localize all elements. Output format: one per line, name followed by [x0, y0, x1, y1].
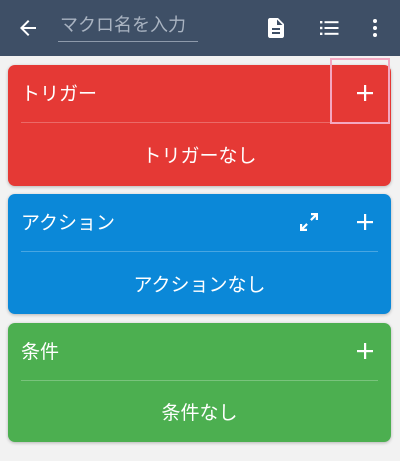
constraint-title: 条件 [21, 341, 60, 363]
trigger-card: トリガー トリガーなし [8, 65, 391, 186]
more-options-button[interactable] [360, 0, 390, 56]
macro-name-input[interactable] [58, 14, 198, 42]
trigger-card-header: トリガー [8, 65, 391, 122]
action-title: アクション [21, 212, 116, 234]
trigger-title: トリガー [21, 83, 98, 105]
arrow-left-icon [20, 20, 36, 36]
plus-icon [357, 214, 373, 230]
list-button[interactable] [311, 0, 347, 56]
more-vert-icon [373, 19, 377, 37]
list-icon [320, 21, 339, 35]
action-card-header: アクション [8, 194, 391, 251]
add-trigger-button[interactable] [347, 75, 383, 111]
back-button[interactable] [8, 0, 48, 56]
add-action-button[interactable] [347, 204, 383, 240]
action-card: アクション アクションなし [8, 194, 391, 314]
plus-icon [357, 85, 373, 101]
document-icon [268, 18, 284, 38]
action-empty-text: アクションなし [133, 273, 266, 296]
app-toolbar [0, 0, 400, 56]
trigger-empty-text: トリガーなし [142, 145, 257, 167]
constraint-card: 条件 条件なし [8, 323, 391, 442]
plus-icon [357, 343, 373, 359]
constraint-card-header: 条件 [8, 323, 391, 380]
expand-icon [300, 213, 318, 231]
add-constraint-button[interactable] [347, 333, 383, 369]
expand-actions-button[interactable] [291, 204, 327, 240]
document-button[interactable] [258, 0, 294, 56]
constraint-empty-text: 条件なし [161, 402, 238, 424]
